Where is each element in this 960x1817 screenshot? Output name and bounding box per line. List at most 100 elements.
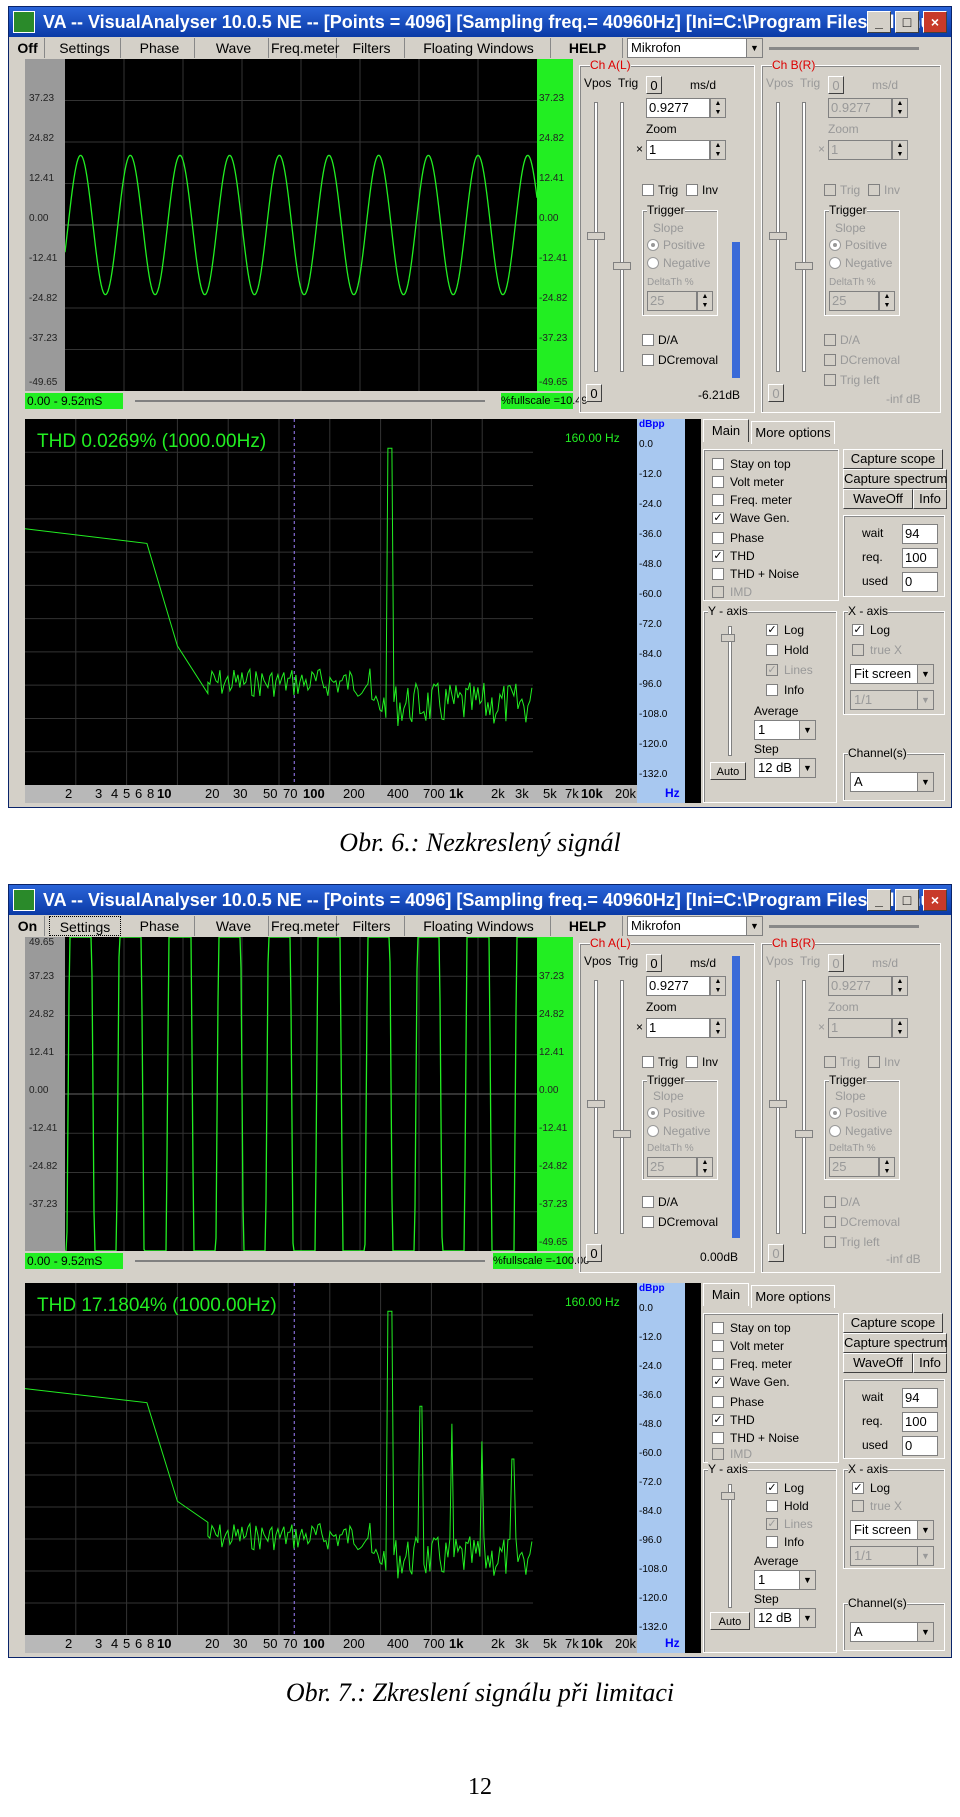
maximize-icon[interactable]: □ bbox=[895, 11, 919, 33]
ms-per-div-input[interactable]: 0.9277 bbox=[828, 976, 892, 996]
dcremoval-checkbox[interactable] bbox=[824, 354, 836, 366]
ms-spin[interactable]: ▲ ▼ bbox=[710, 976, 726, 996]
vpos-thumb[interactable] bbox=[769, 232, 787, 240]
ratio-select[interactable]: 1/1 ▼ bbox=[850, 690, 934, 710]
inv-checkbox[interactable] bbox=[868, 184, 880, 196]
trig-slider[interactable] bbox=[802, 980, 806, 1234]
input-select[interactable]: Mikrofon ▼ bbox=[627, 38, 763, 58]
option-freq-meter-checkbox[interactable] bbox=[712, 1358, 724, 1370]
ms-spin[interactable]: ▲ ▼ bbox=[892, 976, 908, 996]
delta-spin[interactable]: ▲ ▼ bbox=[697, 291, 713, 311]
y-hold-checkbox[interactable] bbox=[766, 1500, 778, 1512]
tab-more-options[interactable]: More options bbox=[751, 421, 835, 444]
x-log-checkbox[interactable]: ✓ bbox=[852, 1482, 864, 1494]
delta-spin[interactable]: ▲ ▼ bbox=[879, 291, 895, 311]
delta-input[interactable]: 25 bbox=[647, 1157, 697, 1177]
menu-freq-meter[interactable]: Freq.meter bbox=[271, 38, 339, 58]
y-lines-checkbox[interactable]: ✓ bbox=[766, 664, 778, 676]
inv-checkbox[interactable] bbox=[868, 1056, 880, 1068]
tab-main[interactable]: Main bbox=[703, 1283, 749, 1306]
auto-button[interactable]: Auto bbox=[710, 762, 746, 780]
option-phase-checkbox[interactable] bbox=[712, 532, 724, 544]
da-checkbox[interactable] bbox=[824, 334, 836, 346]
menu-filters[interactable]: Filters bbox=[339, 38, 405, 58]
volume-slider[interactable] bbox=[769, 925, 919, 928]
average-select[interactable]: 1 ▼ bbox=[754, 1570, 816, 1590]
delta-spin[interactable]: ▲ ▼ bbox=[879, 1157, 895, 1177]
ms-per-div-input[interactable]: 0.9277 bbox=[646, 98, 710, 118]
y-log-checkbox[interactable]: ✓ bbox=[766, 1482, 778, 1494]
trig-thumb[interactable] bbox=[613, 1130, 631, 1138]
y-hold-checkbox[interactable] bbox=[766, 644, 778, 656]
time-track[interactable] bbox=[135, 1260, 485, 1262]
capture-scope-button[interactable]: Capture scope bbox=[843, 449, 943, 469]
trigleft-checkbox[interactable] bbox=[824, 1236, 836, 1248]
option-stay-on-top-checkbox[interactable] bbox=[712, 1322, 724, 1334]
dcremoval-checkbox[interactable] bbox=[824, 1216, 836, 1228]
vpos-thumb[interactable] bbox=[769, 1100, 787, 1108]
option-phase-checkbox[interactable] bbox=[712, 1396, 724, 1408]
menu-floating-windows[interactable]: Floating Windows mode bbox=[407, 916, 551, 954]
da-checkbox[interactable] bbox=[824, 1196, 836, 1208]
dcremoval-checkbox[interactable] bbox=[642, 1216, 654, 1228]
trig-checkbox[interactable] bbox=[824, 1056, 836, 1068]
option-freq-meter-checkbox[interactable] bbox=[712, 494, 724, 506]
zero-button[interactable]: 0 bbox=[646, 76, 662, 94]
reset-button[interactable]: 0 bbox=[768, 1244, 784, 1262]
y-axis-slider[interactable] bbox=[728, 626, 732, 756]
tab-more-options[interactable]: More options bbox=[751, 1285, 835, 1308]
capture-spectrum-button[interactable]: Capture spectrum bbox=[843, 469, 947, 489]
inv-checkbox[interactable] bbox=[686, 184, 698, 196]
option-thd-noise-checkbox[interactable] bbox=[712, 568, 724, 580]
y-log-checkbox[interactable]: ✓ bbox=[766, 624, 778, 636]
trig-slider[interactable] bbox=[620, 102, 624, 372]
delta-input[interactable]: 25 bbox=[829, 291, 879, 311]
ms-per-div-input[interactable]: 0.9277 bbox=[828, 98, 892, 118]
vpos-thumb[interactable] bbox=[587, 232, 605, 240]
fit-select[interactable]: Fit screen ▼ bbox=[850, 1520, 934, 1540]
true-x-checkbox[interactable] bbox=[852, 1500, 864, 1512]
capture-scope-button[interactable]: Capture scope bbox=[843, 1313, 943, 1333]
option-imd-checkbox[interactable] bbox=[712, 1448, 724, 1460]
da-checkbox[interactable] bbox=[642, 1196, 654, 1208]
zoom-input[interactable]: 1 bbox=[646, 140, 710, 160]
y-lines-checkbox[interactable]: ✓ bbox=[766, 1518, 778, 1530]
info-button[interactable]: Info bbox=[913, 489, 947, 509]
option-thd-checkbox[interactable]: ✓ bbox=[712, 1414, 724, 1426]
zero-button[interactable]: 0 bbox=[828, 954, 844, 972]
menu-phase[interactable]: Phase bbox=[125, 38, 195, 58]
minimize-icon[interactable]: _ bbox=[867, 11, 891, 33]
true-x-checkbox[interactable] bbox=[852, 644, 864, 656]
reset-button[interactable]: 0 bbox=[768, 384, 784, 402]
info-button[interactable]: Info bbox=[913, 1353, 947, 1373]
menu-on[interactable]: On bbox=[11, 916, 45, 936]
ms-spin[interactable]: ▲ ▼ bbox=[710, 98, 726, 118]
option-thd-noise-checkbox[interactable] bbox=[712, 1432, 724, 1444]
ms-spin[interactable]: ▲ ▼ bbox=[892, 98, 908, 118]
positive-radio[interactable] bbox=[647, 1107, 659, 1119]
negative-radio[interactable] bbox=[647, 1125, 659, 1137]
ratio-select[interactable]: 1/1 ▼ bbox=[850, 1546, 934, 1566]
menu-filters[interactable]: Filters bbox=[339, 916, 405, 936]
zero-button[interactable]: 0 bbox=[646, 954, 662, 972]
zoom-spin[interactable]: ▲ ▼ bbox=[892, 140, 908, 160]
minimize-icon[interactable]: _ bbox=[867, 889, 891, 911]
close-icon[interactable]: × bbox=[923, 11, 947, 33]
tab-main[interactable]: Main bbox=[703, 419, 749, 442]
trig-checkbox[interactable] bbox=[642, 1056, 654, 1068]
positive-radio[interactable] bbox=[647, 239, 659, 251]
positive-radio[interactable] bbox=[829, 1107, 841, 1119]
channels-select[interactable]: A ▼ bbox=[850, 772, 934, 792]
auto-button[interactable]: Auto bbox=[710, 1612, 750, 1630]
zoom-spin[interactable]: ▲ ▼ bbox=[892, 1018, 908, 1038]
vpos-thumb[interactable] bbox=[587, 1100, 605, 1108]
time-scrollbar[interactable]: 0.00 - 9.52mS %fullscale =-100.00 bbox=[25, 1251, 589, 1271]
option-volt-meter-checkbox[interactable] bbox=[712, 1340, 724, 1352]
zoom-input[interactable]: 1 bbox=[828, 140, 892, 160]
zoom-input[interactable]: 1 bbox=[646, 1018, 710, 1038]
step-select[interactable]: 12 dB ▼ bbox=[754, 1608, 816, 1628]
menu-settings[interactable]: Settings bbox=[49, 38, 121, 58]
trig-thumb[interactable] bbox=[613, 262, 631, 270]
maximize-icon[interactable]: □ bbox=[895, 889, 919, 911]
option-stay-on-top-checkbox[interactable] bbox=[712, 458, 724, 470]
